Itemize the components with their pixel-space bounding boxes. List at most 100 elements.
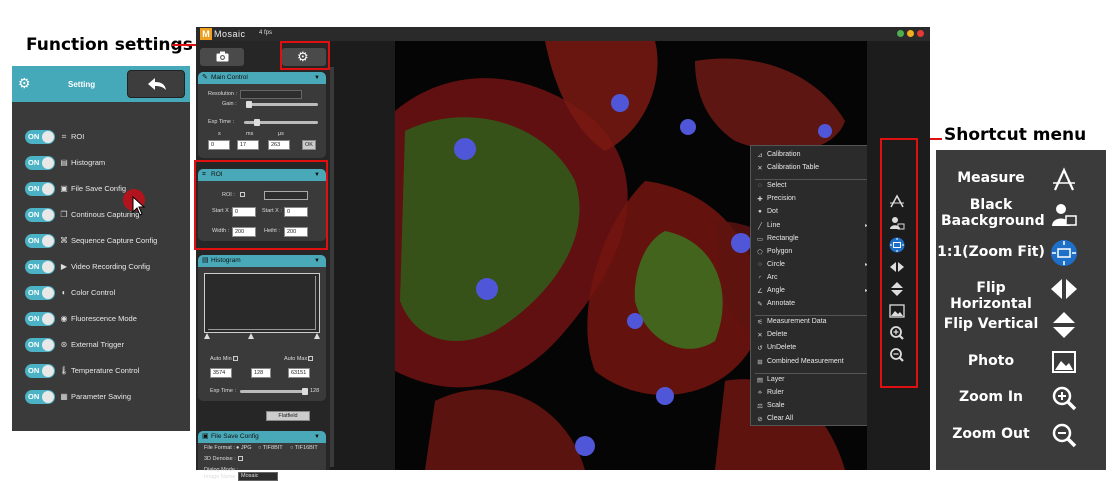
minimize-button[interactable] <box>897 30 904 37</box>
close-button[interactable] <box>917 30 924 37</box>
toggle-switch[interactable]: ON <box>25 208 55 222</box>
menu-item-angle[interactable]: Angle <box>767 287 785 294</box>
hist-exp-thumb[interactable] <box>302 388 308 395</box>
hist-exp-slider[interactable] <box>240 390 306 393</box>
gear-icon[interactable]: ⚙ <box>18 75 31 91</box>
menu-item-arc[interactable]: Arc <box>767 274 778 281</box>
auto-min-checkbox[interactable] <box>233 356 238 361</box>
black-background-icon[interactable] <box>1048 200 1080 230</box>
menu-item-measurement-data[interactable]: Measurement Data <box>767 318 827 325</box>
gain-slider[interactable] <box>246 103 318 106</box>
cursor-icon <box>132 196 146 216</box>
menu-item-calibration-table[interactable]: Calibration Table <box>767 164 819 171</box>
context-menu: ⊿ Calibration ✕ Calibration Table ◌ Select ✚ Pr… <box>750 145 867 426</box>
settings-item-label: External Trigger <box>71 340 124 349</box>
menu-item-combined-measurement[interactable]: Combined Measurement <box>767 358 844 365</box>
shortcut-label: Black Baackground <box>941 197 1045 229</box>
menu-item-select[interactable]: Select <box>767 182 786 189</box>
photo-icon[interactable] <box>1048 347 1080 377</box>
toggle-switch[interactable]: ON <box>25 130 55 144</box>
menu-item-layer[interactable]: Layer <box>767 376 785 383</box>
menu-item-precision[interactable]: Precision <box>767 195 796 202</box>
menu-item-scale[interactable]: Scale <box>767 402 785 409</box>
auto-max-checkbox[interactable] <box>308 356 313 361</box>
menu-item-rectangle[interactable]: Rectangle <box>767 235 799 242</box>
histogram-max-handle[interactable] <box>314 333 320 339</box>
toggle-switch[interactable]: ON <box>25 182 55 196</box>
menu-item-calibration[interactable]: Calibration <box>767 151 800 158</box>
toggle-switch[interactable]: ON <box>25 390 55 404</box>
flip-horizontal-icon[interactable] <box>1048 274 1080 304</box>
back-button[interactable] <box>127 70 185 98</box>
menu-item-line[interactable]: Line <box>767 222 780 229</box>
menu-item-annotate[interactable]: Annotate <box>767 300 795 307</box>
shortcut-row: Zoom In <box>936 381 1106 415</box>
exp-time-slider-thumb[interactable] <box>254 119 260 126</box>
settings-row: ON ⌘ Sequence Capture Config <box>25 234 185 248</box>
gain-label: Gain : <box>222 101 237 107</box>
resolution-select[interactable] <box>240 90 302 99</box>
zoom-out-icon[interactable] <box>1048 420 1080 450</box>
gain-slider-thumb[interactable] <box>246 101 252 108</box>
toggle-switch[interactable]: ON <box>25 338 55 352</box>
toggle-switch[interactable]: ON <box>25 260 55 274</box>
dialog-mode-label: Dialog Mode : <box>204 467 238 473</box>
format-jpg[interactable]: ● JPG <box>236 445 252 451</box>
menu-item-polygon[interactable]: Polygon <box>767 248 792 255</box>
toggle-switch[interactable]: ON <box>25 286 55 300</box>
menu-item-clear-all[interactable]: Clear All <box>767 415 793 422</box>
file-save-header[interactable]: ▣ File Save Config ▼ <box>198 431 326 443</box>
arc-icon: ◜ <box>758 274 762 282</box>
image-name-input[interactable]: Mosaic <box>238 472 278 481</box>
hist-min-input[interactable]: 3574 <box>210 368 232 378</box>
image-viewport[interactable]: ⊿ Calibration ✕ Calibration Table ◌ Select ✚ Pr… <box>395 41 867 470</box>
shortcut-menu-callout: Shortcut menu <box>944 125 1087 145</box>
menu-item-ruler[interactable]: Ruler <box>767 389 784 396</box>
menu-separator <box>755 372 867 374</box>
continuous-icon: ❐ <box>60 210 68 219</box>
exp-s-input[interactable]: 0 <box>208 140 230 150</box>
menu-item-undelete[interactable]: UnDelete <box>767 344 796 351</box>
toggle-switch[interactable]: ON <box>25 312 55 326</box>
table-icon: ✕ <box>757 165 763 173</box>
measure-icon[interactable] <box>1048 164 1080 194</box>
sidebar: ⚙ ✎ Main Control ▼ Resolution : Gain : Exp… <box>196 41 330 481</box>
layer-icon: ▤ <box>756 376 764 384</box>
menu-item-dot[interactable]: Dot <box>767 208 778 215</box>
histogram-mid-handle[interactable] <box>248 333 254 339</box>
function-settings-callout: Function settings <box>26 35 193 55</box>
settings-item-label: Parameter Saving <box>71 392 132 401</box>
settings-item-label: Video Recording Config <box>71 262 151 271</box>
hist-exp-label: Exp Time : <box>210 388 236 394</box>
histogram-min-handle[interactable] <box>204 333 210 339</box>
histogram-plot[interactable] <box>204 273 320 333</box>
flatfield-button[interactable]: Flatfield <box>266 411 310 421</box>
flip-vertical-icon[interactable] <box>1048 310 1080 340</box>
zoom-fit-icon[interactable] <box>1048 238 1080 268</box>
maximize-button[interactable] <box>907 30 914 37</box>
menu-item-circle[interactable]: Circle <box>767 261 785 268</box>
chevron-down-icon: ▼ <box>314 75 320 81</box>
exp-ms-input[interactable]: 17 <box>237 140 259 150</box>
chevron-down-icon: ▼ <box>314 258 320 264</box>
title-bar: M Mosaic 4 fps <box>196 27 930 41</box>
main-control-header[interactable]: ✎ Main Control ▼ <box>198 72 326 84</box>
format-tif16[interactable]: ○ TIF16BIT <box>290 445 318 451</box>
toggle-switch[interactable]: ON <box>25 234 55 248</box>
capture-button[interactable] <box>200 48 244 66</box>
toggle-switch[interactable]: ON <box>25 364 55 378</box>
toggle-switch[interactable]: ON <box>25 156 55 170</box>
ok-button[interactable]: OK <box>302 140 316 150</box>
denoise-checkbox[interactable] <box>238 456 243 461</box>
hist-max-input[interactable]: 63151 <box>288 368 310 378</box>
format-tif8[interactable]: ○ TIF8BIT <box>258 445 283 451</box>
histogram-header[interactable]: ▤ Histogram ▼ <box>198 255 326 267</box>
auto-min-label: Auto Min : <box>210 356 235 362</box>
sidebar-scrollbar[interactable] <box>330 67 334 467</box>
exp-us-input[interactable]: 263 <box>268 140 290 150</box>
fluorescence-icon: ◉ <box>60 314 68 323</box>
fps-readout: 4 fps <box>259 30 273 36</box>
zoom-in-icon[interactable] <box>1048 383 1080 413</box>
menu-item-delete[interactable]: Delete <box>767 331 787 338</box>
hist-mid-input[interactable]: 128 <box>251 368 271 378</box>
